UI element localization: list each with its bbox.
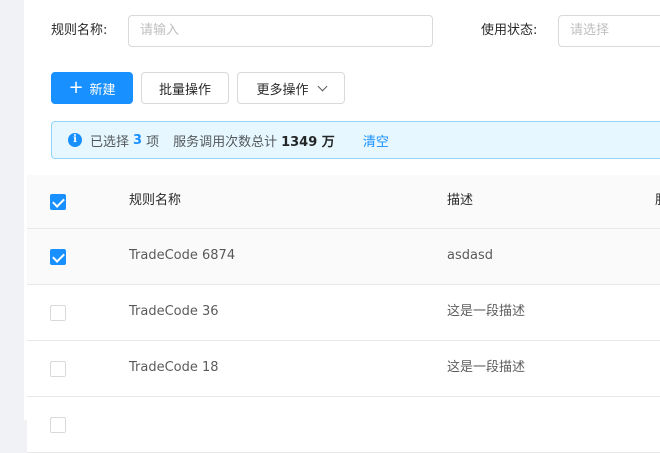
table-row[interactable]: TradeCode 36 这是一段描述 <box>27 285 660 341</box>
table-row[interactable]: TradeCode 6874 asdasd <box>27 229 660 285</box>
row-checkbox[interactable] <box>50 305 66 321</box>
plus-icon: + <box>68 77 84 98</box>
table-row[interactable]: TradeCode 18 这是一段描述 <box>27 341 660 397</box>
row-checkbox[interactable] <box>50 249 66 265</box>
new-button-label: 新建 <box>89 82 116 98</box>
row-checkbox[interactable] <box>50 417 66 433</box>
rule-name-label: 规则名称: <box>51 23 108 38</box>
batch-operation-label: 批量操作 <box>158 82 211 98</box>
batch-operation-button[interactable]: 批量操作 <box>141 72 229 104</box>
alert-prefix: 已选择 <box>90 134 130 150</box>
selection-alert: i 已选择 3 项 服务调用次数总计 1349 万 清空 <box>51 121 660 159</box>
calls-label: 服务调用次数总计 <box>173 134 278 150</box>
chevron-down-icon <box>317 81 327 91</box>
column-header-rule-name[interactable]: 规则名称 <box>129 191 181 211</box>
info-icon: i <box>68 133 82 147</box>
rule-name-cell: TradeCode 36 <box>129 304 219 319</box>
rule-name-cell: TradeCode 18 <box>129 360 219 375</box>
rule-name-cell: TradeCode 6874 <box>129 248 236 263</box>
more-operations-label: 更多操作 <box>256 82 309 98</box>
rule-name-input[interactable]: 请输入 <box>128 15 433 47</box>
column-header-service[interactable]: 服 <box>655 191 660 211</box>
alert-unit: 项 <box>146 134 160 150</box>
calls-value: 1349 万 <box>281 134 335 150</box>
selected-count: 3 <box>133 132 143 148</box>
column-header-description[interactable]: 描述 <box>447 191 473 211</box>
description-cell: asdasd <box>447 248 493 263</box>
new-button[interactable]: + 新建 <box>51 72 133 104</box>
table-row[interactable] <box>27 397 660 453</box>
status-label: 使用状态: <box>481 23 538 38</box>
row-checkbox[interactable] <box>50 361 66 377</box>
select-all-checkbox[interactable] <box>50 194 66 210</box>
clear-link[interactable]: 清空 <box>363 131 389 150</box>
status-select[interactable]: 请选择 <box>558 15 660 47</box>
more-operations-dropdown[interactable]: 更多操作 <box>237 72 345 104</box>
table-header: 规则名称 描述 服 <box>27 175 660 229</box>
description-cell: 这是一段描述 <box>447 304 526 319</box>
description-cell: 这是一段描述 <box>447 360 526 375</box>
